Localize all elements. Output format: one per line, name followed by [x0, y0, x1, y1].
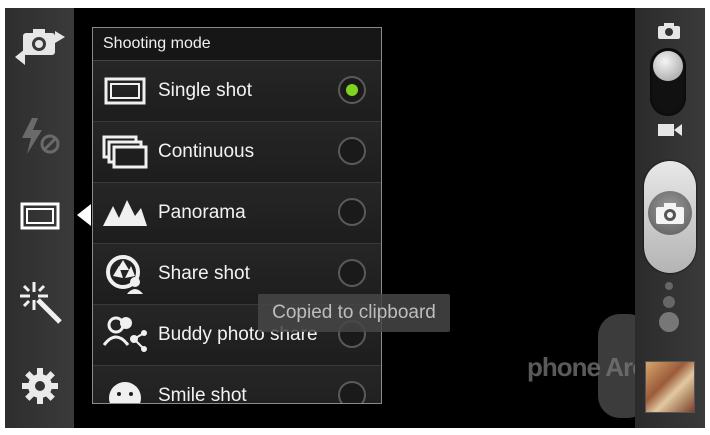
option-label: Share shot	[158, 263, 250, 284]
zoom-dot	[665, 282, 673, 290]
radio-unselected[interactable]	[338, 137, 366, 165]
camera-screen: Shooting mode Single shot Continuous Pan…	[5, 8, 705, 428]
option-smile-shot[interactable]: Smile shot	[93, 366, 381, 404]
zoom-dot	[659, 312, 679, 332]
radio-selected[interactable]	[338, 76, 366, 104]
switch-camera-button[interactable]	[5, 16, 74, 76]
flash-button[interactable]	[5, 106, 74, 166]
single-shot-icon	[101, 73, 149, 109]
option-panorama[interactable]: Panorama	[93, 183, 381, 244]
buddy-photo-share-icon	[101, 316, 149, 353]
option-label: Continuous	[158, 141, 255, 162]
gear-icon	[21, 368, 58, 404]
radio-unselected[interactable]	[338, 198, 366, 226]
option-label: Smile shot	[158, 385, 247, 404]
gallery-thumbnail[interactable]	[645, 361, 695, 413]
popup-pointer	[77, 204, 91, 226]
share-shot-icon	[101, 255, 149, 294]
radio-unselected[interactable]	[338, 259, 366, 287]
switch-knob[interactable]	[653, 51, 683, 81]
popup-title: Shooting mode	[93, 28, 381, 61]
shooting-mode-popup: Shooting mode Single shot Continuous Pan…	[92, 27, 382, 404]
video-mode-icon	[658, 124, 682, 136]
right-toolbar	[635, 8, 705, 428]
option-continuous[interactable]: Continuous	[93, 122, 381, 183]
camera-icon	[656, 203, 684, 224]
clipboard-toast: Copied to clipboard	[258, 294, 450, 332]
panorama-icon	[101, 195, 149, 231]
magic-wand-icon	[19, 282, 62, 324]
continuous-icon	[101, 134, 149, 170]
option-single-shot[interactable]: Single shot	[93, 61, 381, 122]
option-label: Panorama	[158, 202, 246, 223]
radio-unselected[interactable]	[338, 381, 366, 403]
effects-button[interactable]	[5, 272, 74, 332]
zoom-dot	[663, 296, 675, 308]
option-label: Single shot	[158, 80, 253, 101]
shutter-inner	[648, 191, 692, 235]
camera-video-switch[interactable]	[650, 48, 686, 116]
shooting-mode-button[interactable]	[5, 186, 74, 246]
settings-button[interactable]	[5, 356, 74, 416]
camera-mode-icon	[658, 23, 680, 39]
shooting-mode-icon	[20, 202, 59, 230]
flash-off-icon	[21, 118, 59, 154]
left-toolbar	[5, 8, 74, 428]
smile-shot-icon	[101, 378, 149, 403]
shutter-button[interactable]	[644, 161, 696, 273]
switch-camera-icon	[14, 29, 65, 65]
